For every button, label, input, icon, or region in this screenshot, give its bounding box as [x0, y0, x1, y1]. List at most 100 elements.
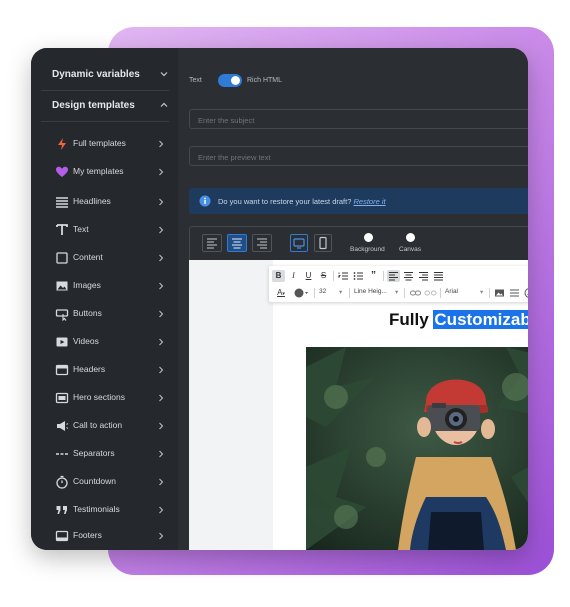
hero-photo[interactable]	[306, 347, 528, 550]
link-button[interactable]	[409, 287, 422, 299]
align-left-icon	[207, 238, 217, 249]
rich-text-toolbar: B I U S ” A▾ 32 ▾ Line Heig... ▾ Arial ▾	[269, 266, 528, 302]
insert-image-button[interactable]	[493, 287, 506, 299]
sidebar-item-label: My templates	[73, 166, 124, 176]
strikethrough-button[interactable]: S	[317, 270, 330, 282]
sidebar-item-testimonials[interactable]: Testimonials	[53, 502, 165, 518]
sidebar-item-my-templates[interactable]: My templates	[53, 164, 165, 180]
sidebar-item-headers[interactable]: Headers	[53, 362, 165, 378]
text-format-label: Text	[189, 77, 202, 84]
dynamic-variables-header[interactable]: Dynamic variables	[52, 69, 140, 80]
line-height-select[interactable]: Line Heig...	[354, 288, 387, 295]
font-size-select[interactable]: 32	[319, 288, 326, 295]
email-headline[interactable]: Fully Customizable	[389, 310, 528, 330]
rte-align-left-button[interactable]	[387, 270, 400, 282]
alert-message: Do you want to restore your latest draft…	[218, 197, 386, 206]
canvas-label: Canvas	[399, 246, 422, 253]
italic-button[interactable]: I	[287, 270, 300, 282]
horizontal-rule-button[interactable]	[508, 287, 521, 299]
chevron-down-icon: ▾	[395, 289, 399, 296]
video-icon	[56, 337, 68, 347]
unlink-button[interactable]	[424, 287, 437, 299]
dynamic-variables-label: Dynamic variables	[52, 69, 140, 80]
sidebar-item-label: Footers	[73, 530, 102, 540]
chevron-down-icon: ▾	[480, 289, 484, 296]
restore-link[interactable]: Restore it	[354, 197, 386, 206]
sidebar-item-text[interactable]: Text	[53, 222, 165, 238]
sidebar-item-label: Content	[73, 252, 103, 262]
ordered-list-icon	[337, 272, 348, 280]
chevron-right-icon	[159, 338, 164, 346]
bold-button[interactable]: B	[272, 270, 285, 282]
toggle-knob	[231, 76, 240, 85]
bullet-list-icon	[353, 272, 363, 280]
divider	[41, 121, 169, 122]
chevron-down-icon: ▾	[339, 289, 343, 296]
sidebar-item-call-to-action[interactable]: Call to action	[53, 418, 165, 434]
background-radio[interactable]	[364, 233, 373, 242]
chevron-up-icon[interactable]	[160, 101, 168, 109]
sidebar-item-full-templates[interactable]: Full templates	[53, 136, 165, 152]
rich-html-toggle[interactable]	[218, 74, 242, 87]
highlight-color-button[interactable]	[293, 287, 311, 299]
chevron-right-icon	[159, 478, 164, 486]
sidebar-item-label: Buttons	[73, 308, 102, 318]
sidebar-item-buttons[interactable]: Buttons	[53, 306, 165, 322]
sidebar-item-content[interactable]: Content	[53, 250, 165, 266]
sidebar-item-images[interactable]: Images	[53, 278, 165, 294]
quote-button[interactable]: ”	[367, 270, 380, 282]
sidebar-item-hero-sections[interactable]: Hero sections	[53, 390, 165, 406]
sidebar-item-label: Text	[73, 224, 89, 234]
sidebar-item-footers[interactable]: Footers	[53, 528, 165, 544]
sidebar-item-separators[interactable]: Separators	[53, 446, 165, 462]
sidebar-item-headlines[interactable]: Headlines	[53, 194, 165, 210]
headlines-icon	[56, 197, 68, 208]
divider	[349, 288, 350, 298]
design-templates-label: Design templates	[52, 100, 135, 111]
align-center-icon	[232, 238, 242, 249]
headline-selected-text: Customizable	[433, 310, 528, 329]
divider	[440, 288, 441, 298]
sidebar-item-countdown[interactable]: Countdown	[53, 474, 165, 490]
subject-field[interactable]	[189, 109, 528, 130]
sidebar-item-label: Countdown	[73, 476, 117, 486]
rte-align-right-button[interactable]	[417, 270, 430, 282]
ordered-list-button[interactable]	[337, 270, 350, 282]
separator-icon	[56, 453, 68, 455]
underline-button[interactable]: U	[302, 270, 315, 282]
emoji-icon	[524, 288, 528, 298]
rte-justify-button[interactable]	[432, 270, 445, 282]
image-icon	[56, 281, 68, 291]
divider	[489, 288, 490, 298]
chevron-right-icon	[159, 532, 164, 540]
emoji-button[interactable]	[523, 287, 528, 299]
canvas-radio[interactable]	[406, 233, 415, 242]
info-icon	[199, 195, 211, 207]
align-center-button[interactable]	[227, 234, 247, 252]
sidebar-item-videos[interactable]: Videos	[53, 334, 165, 350]
font-family-select[interactable]: Arial	[445, 288, 458, 295]
chevron-right-icon	[159, 254, 164, 262]
text-color-button[interactable]: A▾	[272, 287, 290, 299]
align-right-icon	[257, 238, 267, 249]
preview-text-input[interactable]	[190, 148, 528, 167]
header-icon	[55, 364, 69, 376]
preview-text-field[interactable]	[189, 146, 528, 167]
align-right-button[interactable]	[252, 234, 272, 252]
quote-icon	[56, 506, 67, 514]
text-icon	[56, 224, 68, 235]
footer-icon	[55, 530, 69, 542]
justify-icon	[434, 272, 443, 281]
rte-align-center-button[interactable]	[402, 270, 415, 282]
subject-input[interactable]	[190, 111, 528, 130]
rte-row-1: B I U S ”	[269, 268, 528, 284]
bullet-list-button[interactable]	[352, 270, 365, 282]
sidebar-item-label: Images	[73, 280, 101, 290]
chevron-right-icon	[159, 506, 164, 514]
chevron-down-icon[interactable]	[160, 70, 168, 78]
design-templates-header[interactable]: Design templates	[52, 100, 135, 111]
desktop-view-button[interactable]	[290, 234, 308, 252]
chevron-right-icon	[159, 366, 164, 374]
align-left-button[interactable]	[202, 234, 222, 252]
mobile-view-button[interactable]	[314, 234, 332, 252]
